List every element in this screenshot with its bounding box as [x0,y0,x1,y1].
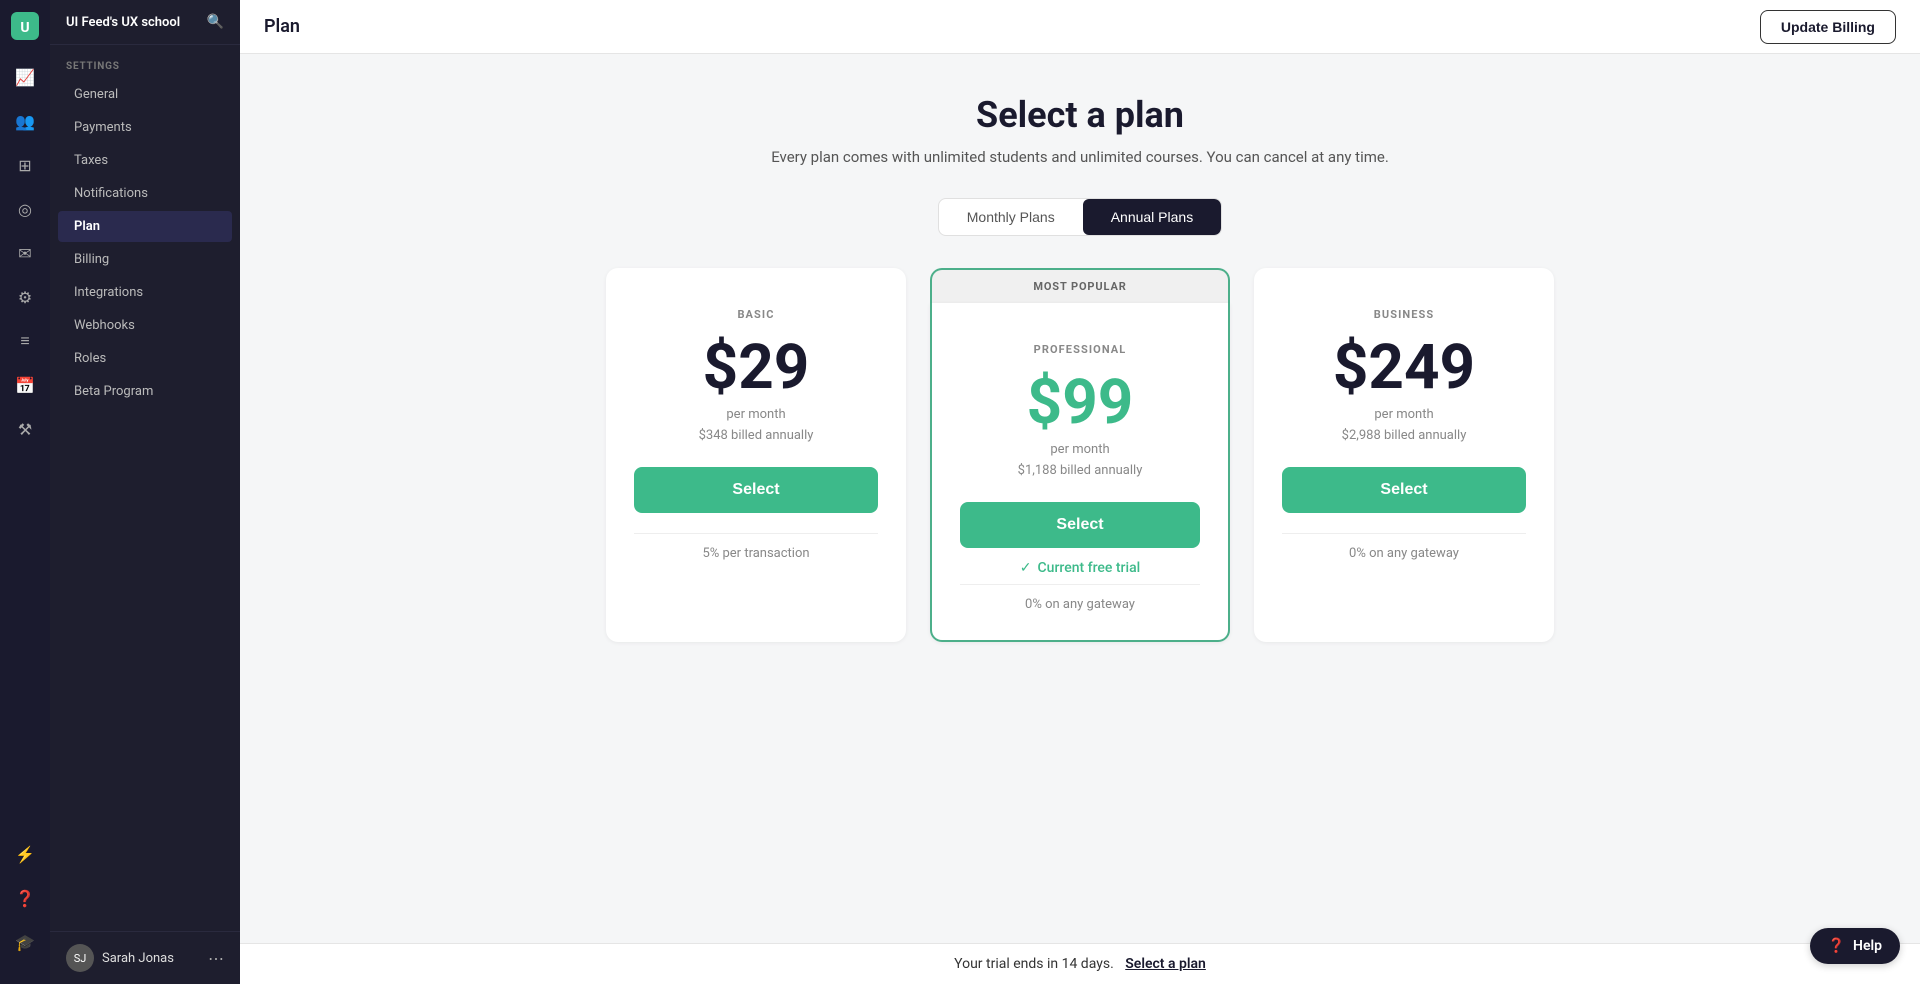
sidebar: UI Feed's UX school 🔍 SETTINGS General P… [50,0,240,984]
monthly-plans-tab[interactable]: Monthly Plans [939,199,1083,235]
professional-plan-price: $99 [960,372,1200,434]
mail-icon[interactable]: ✉ [7,235,43,271]
main-content: Plan Update Billing Select a plan Every … [240,0,1920,984]
checkmark-icon: ✓ [1020,560,1032,576]
basic-plan-name: BASIC [634,308,878,321]
sidebar-footer: SJ Sarah Jonas ⋯ [50,931,240,984]
basic-billed: $348 billed annually [634,428,878,443]
avatar: SJ [66,944,94,972]
help-circle-icon: ❓ [1828,938,1845,954]
page-title: Plan [264,16,300,37]
toggle-container: Monthly Plans Annual Plans [938,198,1222,236]
plan-header: Select a plan Every plan comes with unli… [264,94,1896,166]
select-plan-link[interactable]: Select a plan [1125,956,1206,972]
sidebar-item-general[interactable]: General [58,79,232,110]
sidebar-item-notifications[interactable]: Notifications [58,178,232,209]
app-title: UI Feed's UX school [66,15,180,30]
sidebar-item-label: Notifications [74,186,148,201]
professional-billed: $1,188 billed annually [960,463,1200,478]
help-button[interactable]: ❓ Help [1810,928,1900,964]
bottom-trial-banner: Your trial ends in 14 days. Select a pla… [240,943,1920,984]
sidebar-header: UI Feed's UX school 🔍 [50,0,240,45]
sidebar-item-payments[interactable]: Payments [58,112,232,143]
basic-select-button[interactable]: Select [634,467,878,513]
help-label: Help [1853,938,1882,954]
business-plan-card: BUSINESS $249 per month $2,988 billed an… [1254,268,1554,642]
user-name: Sarah Jonas [102,951,200,966]
sidebar-item-label: Taxes [74,153,108,168]
page-body: Select a plan Every plan comes with unli… [240,54,1920,984]
professional-plan-card: PROFESSIONAL $99 per month $1,188 billed… [930,303,1230,642]
calendar-icon[interactable]: 📅 [7,367,43,403]
dashboard-icon[interactable]: ⊞ [7,147,43,183]
icon-strip: U 📈 👥 ⊞ ◎ ✉ ⚙ ≡ 📅 ⚒ ⚡ ❓ 🎓 [0,0,50,984]
analytics-icon[interactable]: 📈 [7,59,43,95]
sidebar-item-roles[interactable]: Roles [58,343,232,374]
tools-icon[interactable]: ⚒ [7,411,43,447]
current-trial-label: Current free trial [1038,560,1141,576]
graduation-icon[interactable]: 🎓 [7,924,43,960]
sidebar-item-label: Webhooks [74,318,135,333]
settings-icon[interactable]: ⚙ [7,279,43,315]
search-icon[interactable]: 🔍 [207,14,224,30]
business-per-month: per month [1282,407,1526,422]
reports-icon[interactable]: ≡ [7,323,43,359]
professional-fee: 0% on any gateway [960,584,1200,612]
sidebar-item-label: Roles [74,351,106,366]
sidebar-item-beta-program[interactable]: Beta Program [58,376,232,407]
business-billed: $2,988 billed annually [1282,428,1526,443]
current-trial-badge: ✓ Current free trial [960,560,1200,576]
sidebar-item-integrations[interactable]: Integrations [58,277,232,308]
sidebar-item-billing[interactable]: Billing [58,244,232,275]
sidebar-item-label: Beta Program [74,384,153,399]
sidebar-item-plan[interactable]: Plan [58,211,232,242]
users-icon[interactable]: 👥 [7,103,43,139]
business-select-button[interactable]: Select [1282,467,1526,513]
sidebar-item-webhooks[interactable]: Webhooks [58,310,232,341]
basic-plan-card: BASIC $29 per month $348 billed annually… [606,268,906,642]
plan-subtitle: Every plan comes with unlimited students… [264,148,1896,166]
professional-plan-wrapper: MOST POPULAR PROFESSIONAL $99 per month … [930,268,1230,642]
question-icon[interactable]: ❓ [7,880,43,916]
revenue-icon[interactable]: ◎ [7,191,43,227]
settings-section-label: SETTINGS [50,45,240,78]
business-plan-price: $249 [1282,337,1526,399]
sidebar-item-label: Integrations [74,285,143,300]
svg-text:U: U [20,20,29,36]
professional-per-month: per month [960,442,1200,457]
sidebar-item-taxes[interactable]: Taxes [58,145,232,176]
pricing-cards: BASIC $29 per month $348 billed annually… [530,268,1630,642]
more-icon[interactable]: ⋯ [208,949,224,968]
lightning-icon[interactable]: ⚡ [7,836,43,872]
annual-plans-tab[interactable]: Annual Plans [1083,199,1222,235]
basic-fee: 5% per transaction [634,533,878,561]
sidebar-item-label: Plan [74,219,100,234]
professional-plan-name: PROFESSIONAL [960,343,1200,356]
professional-select-button[interactable]: Select [960,502,1200,548]
sidebar-item-label: General [74,87,118,102]
plan-main-title: Select a plan [264,94,1896,136]
basic-per-month: per month [634,407,878,422]
icon-strip-bottom: ⚡ ❓ 🎓 [7,836,43,972]
most-popular-badge: MOST POPULAR [930,268,1230,303]
update-billing-button[interactable]: Update Billing [1760,10,1896,44]
business-fee: 0% on any gateway [1282,533,1526,561]
page-header: Plan Update Billing [240,0,1920,54]
trial-banner-text: Your trial ends in 14 days. [954,956,1114,972]
app-logo: U [7,12,43,43]
basic-plan-price: $29 [634,337,878,399]
sidebar-item-label: Payments [74,120,132,135]
plan-toggle: Monthly Plans Annual Plans [264,198,1896,236]
business-plan-name: BUSINESS [1282,308,1526,321]
sidebar-item-label: Billing [74,252,109,267]
